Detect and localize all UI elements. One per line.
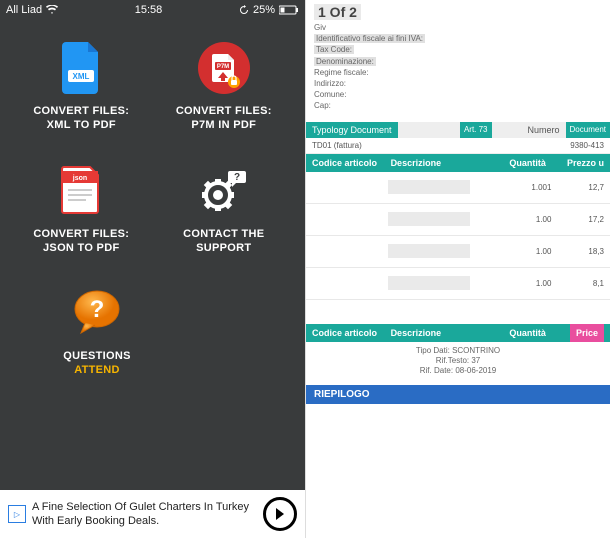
svg-text:?: ? <box>234 172 240 183</box>
tile-faq[interactable]: ? QUESTIONSATTEND <box>32 285 162 378</box>
battery-icon <box>279 5 299 15</box>
doc-bar-1: Typology Document Art. 73 NumeroDocument <box>306 122 610 138</box>
table-header-2: Codice articolo Descrizione Quantità Pri… <box>306 324 610 342</box>
support-gear-icon: ? <box>196 163 252 219</box>
svg-text:XML: XML <box>73 72 90 81</box>
tile-label: QUESTIONSATTEND <box>63 349 131 378</box>
document-preview: 1 Of 2 Giv Identificativo fiscale ai fin… <box>305 0 610 538</box>
ad-badge-icon: ▷ <box>8 505 26 523</box>
tile-contact-support[interactable]: ? CONTACT THESUPPORT <box>159 163 289 256</box>
status-bar: All Liad 15:58 25% <box>0 0 305 20</box>
question-bubble-icon: ? <box>69 285 125 341</box>
table-row: 1.0018,3 <box>306 236 610 268</box>
table-header: Codice articolo Descrizione Quantità Pre… <box>306 154 610 172</box>
app-screen: All Liad 15:58 25% XML CONVERT FILES:XML… <box>0 0 305 538</box>
svg-text:json: json <box>72 175 87 182</box>
tile-label: CONTACT THESUPPORT <box>183 227 264 256</box>
tile-xml-to-pdf[interactable]: XML CONVERT FILES:XML TO PDF <box>16 40 146 133</box>
tile-grid: XML CONVERT FILES:XML TO PDF P7M CONVERT… <box>0 20 305 538</box>
refresh-icon <box>239 5 249 15</box>
clock: 15:58 <box>135 4 163 16</box>
page-indicator: 1 Of 2 <box>314 4 361 20</box>
riepilogo-header: RIEPILOGO <box>306 385 610 404</box>
table-row: 1.00112,7 <box>306 172 610 204</box>
carrier: All Liad <box>6 4 42 16</box>
doc-meta: Giv Identificativo fiscale ai fini IVA: … <box>314 22 602 112</box>
battery-percent: 25% <box>253 4 275 16</box>
table-row: 1.008,1 <box>306 268 610 300</box>
doc-subrow: TD01 (fattura)9380-413 <box>306 138 610 154</box>
doc-footer: Tipo Dati: SCONTRINO Rif.Testo: 37 Rif. … <box>306 342 610 381</box>
json-file-icon: json <box>53 163 109 219</box>
tile-label: CONVERT FILES:XML TO PDF <box>33 104 129 133</box>
table-row: 1.0017,2 <box>306 204 610 236</box>
tile-label: CONVERT FILES:JSON TO PDF <box>33 227 129 256</box>
svg-text:P7M: P7M <box>217 64 229 70</box>
ad-banner[interactable]: ▷ A Fine Selection Of Gulet Charters In … <box>0 490 305 538</box>
xml-file-icon: XML <box>53 40 109 96</box>
p7m-file-icon: P7M <box>196 40 252 96</box>
tile-label: CONVERT FILES:P7M IN PDF <box>176 104 272 133</box>
ad-arrow-icon[interactable] <box>263 497 297 531</box>
svg-text:?: ? <box>90 296 105 323</box>
wifi-icon <box>46 5 58 15</box>
ad-text: A Fine Selection Of Gulet Charters In Tu… <box>32 500 263 529</box>
tile-p7m-to-pdf[interactable]: P7M CONVERT FILES:P7M IN PDF <box>159 40 289 133</box>
tile-json-to-pdf[interactable]: json CONVERT FILES:JSON TO PDF <box>16 163 146 256</box>
